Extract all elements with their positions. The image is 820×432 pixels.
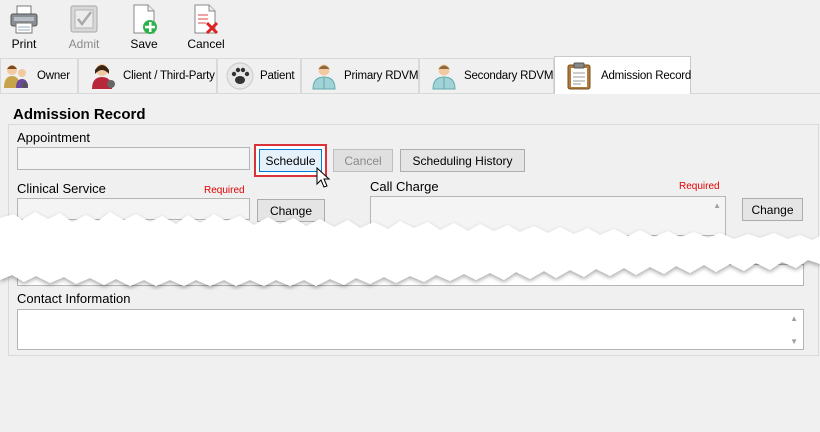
doctor-icon xyxy=(310,62,338,90)
save-label: Save xyxy=(130,37,158,51)
scheduling-history-button[interactable]: Scheduling History xyxy=(400,149,525,172)
toolbar: Print Admit Save Cancel xyxy=(0,0,820,56)
tab-admission-record-label: Admission Record xyxy=(601,69,692,82)
checklist-icon xyxy=(68,3,100,35)
doctor-icon xyxy=(430,62,458,90)
tab-primary-rdvm[interactable]: Primary RDVM xyxy=(301,58,419,93)
tab-secondary-rdvm-label: Secondary RDVM xyxy=(464,70,554,82)
scroll-up-icon[interactable]: ▲ xyxy=(790,314,798,323)
call-charge-required: Required xyxy=(679,181,720,192)
mouse-cursor-icon xyxy=(316,167,331,188)
tab-owner-label: Owner xyxy=(37,70,70,82)
contact-information-label: Contact Information xyxy=(17,291,131,306)
save-button[interactable]: Save xyxy=(128,3,160,53)
tab-secondary-rdvm[interactable]: Secondary RDVM xyxy=(419,58,554,93)
printer-icon xyxy=(8,3,40,35)
tab-owner[interactable]: Owner xyxy=(0,58,78,93)
torn-paper-effect xyxy=(0,212,820,286)
cancel-toolbar-button[interactable]: Cancel xyxy=(186,3,226,53)
appointment-label: Appointment xyxy=(17,130,90,145)
tab-client-third-party[interactable]: Client / Third-Party xyxy=(78,58,217,93)
cancel-label: Cancel xyxy=(187,37,225,51)
cancel-document-icon xyxy=(190,3,222,35)
tab-admission-record[interactable]: Admission Record xyxy=(554,56,691,94)
new-document-icon xyxy=(128,3,160,35)
admit-label: Admit xyxy=(68,37,100,51)
people-icon xyxy=(3,62,31,90)
tab-patient[interactable]: Patient xyxy=(217,58,301,93)
appointment-field[interactable] xyxy=(17,147,250,170)
clinical-service-required: Required xyxy=(204,185,245,196)
section-title: Admission Record xyxy=(13,106,146,123)
cancel-appointment-button[interactable]: Cancel xyxy=(333,149,393,172)
contact-information-field[interactable]: ▲ ▼ xyxy=(17,309,804,350)
tab-client-label: Client / Third-Party xyxy=(123,70,215,82)
paw-icon xyxy=(226,62,254,90)
clinical-service-label: Clinical Service xyxy=(17,181,106,196)
call-charge-label: Call Charge xyxy=(370,179,439,194)
tab-patient-label: Patient xyxy=(260,70,295,82)
admit-button[interactable]: Admit xyxy=(66,3,102,53)
scroll-down-icon[interactable]: ▼ xyxy=(790,337,798,346)
schedule-button[interactable]: Schedule xyxy=(259,149,322,172)
tab-primary-rdvm-label: Primary RDVM xyxy=(344,70,419,82)
client-icon xyxy=(89,62,117,90)
tab-strip: Owner Client / Third-Party Patient Prima… xyxy=(0,56,820,94)
clipboard-icon xyxy=(565,62,593,90)
print-label: Print xyxy=(11,37,37,51)
print-button[interactable]: Print xyxy=(8,3,40,53)
